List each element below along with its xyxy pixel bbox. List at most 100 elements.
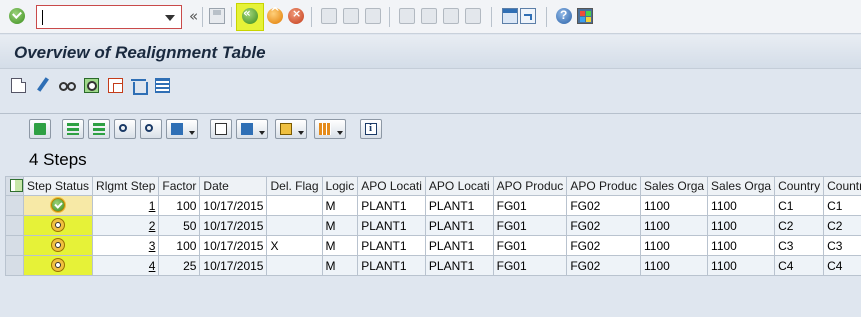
factor-cell: 50 <box>158 215 201 236</box>
step-status-cell <box>22 235 94 256</box>
create-icon[interactable] <box>11 78 26 93</box>
print-icon[interactable] <box>321 8 337 24</box>
find-next-icon[interactable] <box>365 8 381 24</box>
command-field[interactable] <box>36 5 182 29</box>
collapse-command-field-icon[interactable]: « <box>189 7 198 25</box>
column-header[interactable]: Sales Orga <box>707 176 776 196</box>
rlgmt-step-cell[interactable]: 1 <box>92 195 160 216</box>
row-selector[interactable] <box>5 235 24 256</box>
column-header[interactable]: APO Produc <box>492 176 568 196</box>
chevron-down-icon[interactable] <box>165 15 175 21</box>
copy-icon[interactable] <box>108 78 123 93</box>
row-selector[interactable] <box>5 195 24 216</box>
rlgmt-step-link[interactable]: 3 <box>149 239 156 253</box>
change-icon[interactable] <box>35 78 50 93</box>
print-preview-icon <box>215 123 227 135</box>
exit-glyph: ^ <box>270 5 281 19</box>
sort-descending-icon <box>93 123 105 135</box>
column-header[interactable]: Step Status <box>22 176 94 196</box>
information-button[interactable] <box>360 119 382 139</box>
apo-product-to-cell: FG02 <box>566 215 642 236</box>
column-header[interactable]: Del. Flag <box>266 176 323 196</box>
display-icon[interactable] <box>59 78 76 93</box>
toolbar-separator <box>202 7 203 27</box>
country-to-cell: C1 <box>823 195 861 216</box>
row-selector[interactable] <box>5 255 24 276</box>
apo-product-to-cell: FG02 <box>566 255 642 276</box>
customize-layout-icon[interactable] <box>577 8 593 24</box>
detail-icon[interactable] <box>84 78 99 93</box>
page-title: Overview of Realignment Table <box>14 43 266 62</box>
back-glyph: « <box>243 6 251 20</box>
row-selector[interactable] <box>5 215 24 236</box>
chevron-down-icon <box>337 131 343 135</box>
column-header[interactable]: Date <box>199 176 268 196</box>
rlgmt-step-link[interactable]: 2 <box>149 219 156 233</box>
column-header[interactable]: APO Locati <box>424 176 494 196</box>
export-button[interactable] <box>275 119 307 139</box>
find-icon[interactable] <box>343 8 359 24</box>
step-pending-icon <box>51 238 66 252</box>
column-header[interactable]: Country <box>823 176 861 196</box>
apo-location-from-cell: PLANT1 <box>357 195 426 216</box>
print-preview-button[interactable] <box>210 119 232 139</box>
apo-product-from-cell: FG01 <box>492 215 568 236</box>
command-input[interactable] <box>37 6 157 28</box>
chevron-down-icon <box>259 131 265 135</box>
rlgmt-step-cell[interactable]: 2 <box>92 215 160 236</box>
column-header[interactable]: Sales Orga <box>640 176 709 196</box>
country-from-cell: C3 <box>774 235 825 256</box>
rlgmt-step-cell[interactable]: 4 <box>92 255 160 276</box>
layout-button[interactable] <box>314 119 346 139</box>
views-button[interactable] <box>236 119 268 139</box>
sort-descending-button[interactable] <box>88 119 110 139</box>
last-page-icon[interactable] <box>465 8 481 24</box>
exit-icon[interactable]: ^ <box>267 5 283 24</box>
cancel-icon[interactable]: × <box>288 7 304 24</box>
next-page-icon[interactable] <box>443 8 459 24</box>
back-icon[interactable]: « <box>242 6 258 24</box>
apo-location-to-cell: PLANT1 <box>424 215 494 236</box>
first-page-icon[interactable] <box>399 8 415 24</box>
column-header[interactable]: Country <box>774 176 825 196</box>
sort-ascending-button[interactable] <box>62 119 84 139</box>
select-all-layout-button[interactable] <box>5 176 24 196</box>
create-session-icon[interactable] <box>502 8 518 24</box>
details-button[interactable] <box>29 119 51 139</box>
enter-icon[interactable] <box>9 8 25 24</box>
help-glyph: ? <box>560 8 568 22</box>
del-flag-cell <box>266 215 323 236</box>
del-flag-cell <box>266 195 323 216</box>
column-header[interactable]: APO Produc <box>566 176 642 196</box>
chevron-down-icon <box>189 131 195 135</box>
column-header[interactable]: Rlgmt Step <box>92 176 160 196</box>
table-row[interactable]: 2 50 10/17/2015 M PLANT1 PLANT1 FG01 FG0… <box>5 215 861 236</box>
rlgmt-step-link[interactable]: 1 <box>149 199 156 213</box>
help-icon[interactable]: ? <box>556 8 572 24</box>
column-header[interactable]: Logic <box>321 176 359 196</box>
table-header-row: Step Status Rlgmt Step Factor Date Del. … <box>5 176 861 196</box>
rlgmt-step-cell[interactable]: 3 <box>92 235 160 256</box>
hierarchy-icon[interactable] <box>155 78 170 93</box>
previous-page-icon[interactable] <box>421 8 437 24</box>
filter-button[interactable] <box>166 119 198 139</box>
system-toolbar: « « ^ × ? <box>0 0 861 34</box>
column-header[interactable]: APO Locati <box>357 176 426 196</box>
apo-location-to-cell: PLANT1 <box>424 255 494 276</box>
find-next-button[interactable] <box>140 119 162 139</box>
logic-cell: M <box>321 255 359 276</box>
column-layout-icon <box>10 179 23 192</box>
table-row[interactable]: 1 100 10/17/2015 M PLANT1 PLANT1 FG01 FG… <box>5 195 861 216</box>
application-toolbar <box>0 70 861 100</box>
save-icon[interactable] <box>209 8 225 24</box>
shortcut-icon[interactable] <box>520 8 536 24</box>
table-row[interactable]: 3 100 10/17/2015 X M PLANT1 PLANT1 FG01 … <box>5 235 861 256</box>
factor-cell: 25 <box>158 255 201 276</box>
delete-icon[interactable] <box>131 78 148 95</box>
table-row[interactable]: 4 25 10/17/2015 M PLANT1 PLANT1 FG01 FG0… <box>5 255 861 276</box>
find-button[interactable] <box>114 119 136 139</box>
rlgmt-step-link[interactable]: 4 <box>149 259 156 273</box>
details-icon <box>34 123 46 135</box>
logic-cell: M <box>321 235 359 256</box>
column-header[interactable]: Factor <box>158 176 201 196</box>
